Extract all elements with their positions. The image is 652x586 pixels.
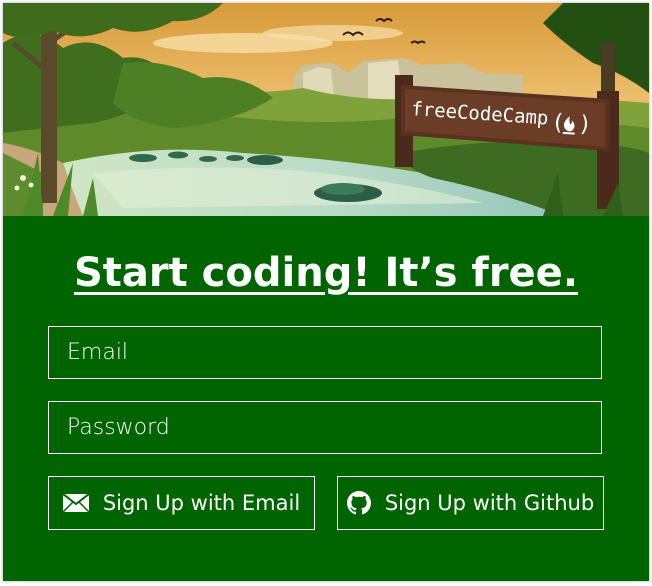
signup-card: freeCodeCamp ( ) Start coding! It’s free… (3, 3, 649, 581)
sign-up-email-label: Sign Up with Email (102, 491, 301, 515)
email-field[interactable] (48, 326, 602, 379)
password-field[interactable] (48, 401, 602, 454)
landscape-illustration: freeCodeCamp ( ) (3, 3, 649, 216)
envelope-icon (62, 494, 89, 512)
github-icon (346, 491, 371, 515)
page-title: Start coding! It’s free. (73, 250, 579, 296)
sign-up-github-button[interactable]: Sign Up with Github (337, 476, 604, 530)
sign-up-github-label: Sign Up with Github (384, 491, 595, 515)
svg-text:): ) (578, 112, 593, 138)
hero-illustration: freeCodeCamp ( ) (3, 3, 649, 216)
sign-up-email-button[interactable]: Sign Up with Email (48, 476, 315, 530)
